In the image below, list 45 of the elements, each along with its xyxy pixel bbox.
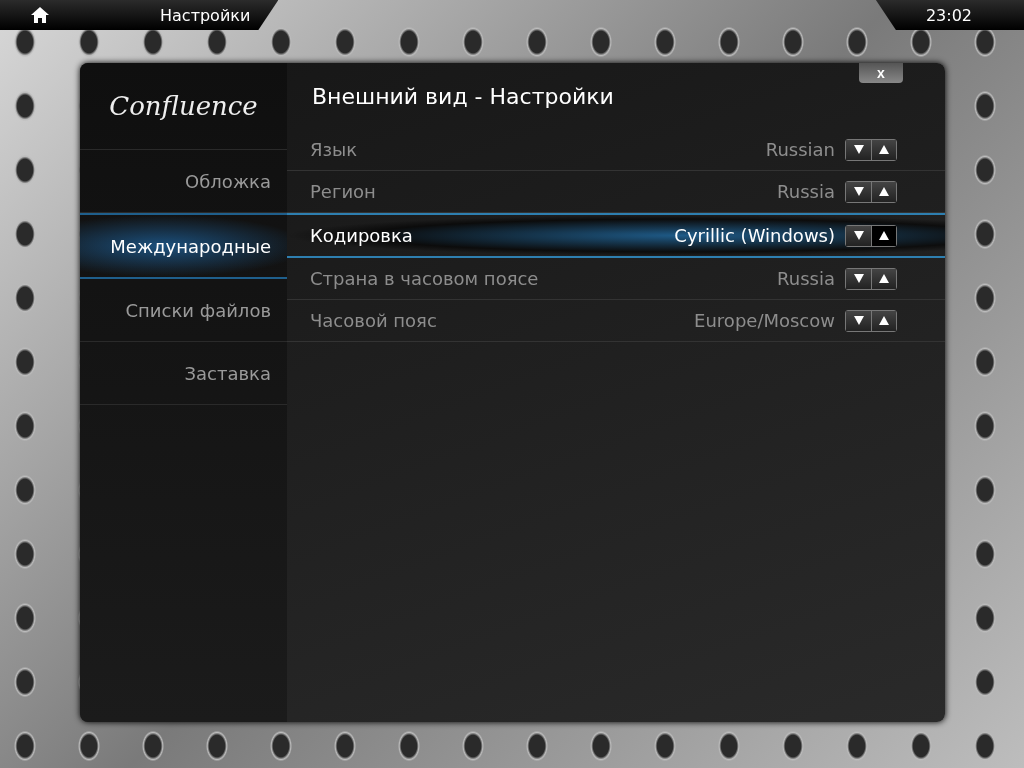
sidebar-item[interactable]: Международные xyxy=(80,213,287,279)
decrease-button[interactable] xyxy=(846,268,871,289)
page-title: Настройки xyxy=(160,5,251,25)
increase-button[interactable] xyxy=(871,310,896,331)
setting-value: Russian xyxy=(765,139,835,160)
decrease-button[interactable] xyxy=(846,225,871,246)
setting-row[interactable]: Часовой пояс Europe/Moscow xyxy=(287,300,945,342)
setting-value: Russia xyxy=(777,268,835,289)
logo-text: Confluence xyxy=(80,63,287,150)
setting-label: Язык xyxy=(310,139,359,160)
setting-label: Регион xyxy=(310,181,377,202)
up-triangle-icon xyxy=(879,145,889,154)
setting-label: Часовой пояс xyxy=(310,310,438,331)
setting-row[interactable]: Страна в часовом поясе Russia xyxy=(287,258,945,300)
sidebar-item[interactable]: Списки файлов xyxy=(80,279,287,342)
setting-label: Кодировка xyxy=(310,225,414,246)
up-triangle-icon xyxy=(879,231,889,240)
up-triangle-icon xyxy=(879,187,889,196)
setting-value: Europe/Moscow xyxy=(694,310,835,331)
setting-value: Cyrillic (Windows) xyxy=(674,225,835,246)
dialog-title: Внешний вид - Настройки xyxy=(312,82,614,111)
setting-label: Страна в часовом поясе xyxy=(310,268,540,289)
down-triangle-icon xyxy=(853,274,864,283)
setting-row[interactable]: Язык Russian xyxy=(287,129,945,171)
down-triangle-icon xyxy=(853,145,864,154)
down-triangle-icon xyxy=(853,231,864,240)
sidebar-item[interactable]: Обложка xyxy=(80,150,287,213)
down-triangle-icon xyxy=(853,187,864,196)
setting-value: Russia xyxy=(777,181,835,202)
home-icon[interactable] xyxy=(30,6,50,24)
clock: 23:02 xyxy=(925,5,972,25)
close-button[interactable]: x xyxy=(859,63,903,83)
up-triangle-icon xyxy=(879,316,889,325)
setting-row[interactable]: Регион Russia xyxy=(287,171,945,213)
decrease-button[interactable] xyxy=(846,181,871,202)
increase-button[interactable] xyxy=(871,268,896,289)
increase-button[interactable] xyxy=(871,225,896,246)
increase-button[interactable] xyxy=(871,139,896,160)
increase-button[interactable] xyxy=(871,181,896,202)
sidebar-item[interactable]: Заставка xyxy=(80,342,287,405)
decrease-button[interactable] xyxy=(846,139,871,160)
decrease-button[interactable] xyxy=(846,310,871,331)
setting-row[interactable]: Кодировка Cyrillic (Windows) xyxy=(287,213,945,258)
up-triangle-icon xyxy=(879,274,889,283)
down-triangle-icon xyxy=(853,316,864,325)
